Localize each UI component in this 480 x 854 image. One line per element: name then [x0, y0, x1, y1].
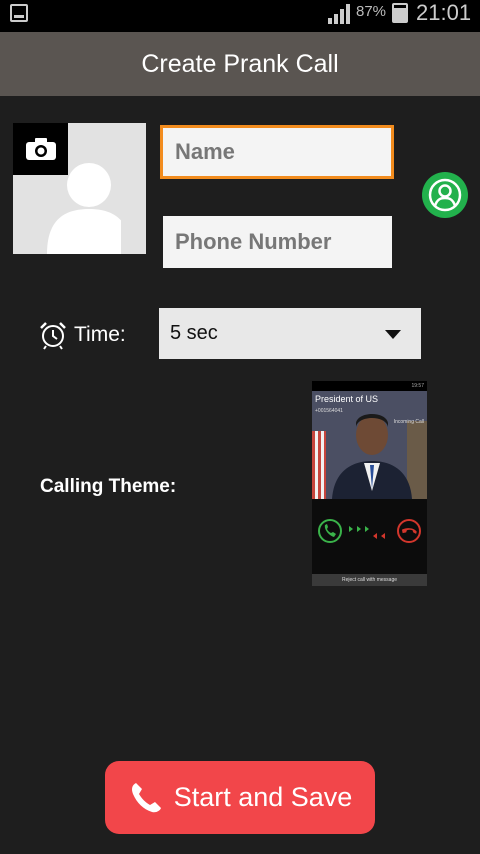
preview-reject-bar: Reject call with message [312, 574, 427, 586]
contact-picker-button[interactable] [422, 172, 468, 218]
battery-percent: 87% [356, 3, 387, 20]
camera-icon [25, 138, 56, 160]
start-and-save-button[interactable]: Start and Save [105, 761, 375, 834]
phone-input[interactable]: Phone Number [163, 216, 392, 268]
calling-theme-label: Calling Theme: [40, 476, 177, 497]
phone-placeholder: Phone Number [175, 229, 332, 254]
answer-call-icon [318, 519, 342, 543]
time-select[interactable]: 5 sec [159, 308, 421, 359]
clock: 21:01 [416, 0, 472, 25]
time-select-value: 5 sec [170, 322, 218, 344]
decline-call-icon [397, 519, 421, 543]
phone-icon [131, 782, 161, 812]
preview-caller-photo: President of US +001564041 Incoming Call [312, 391, 427, 499]
name-placeholder: Name [175, 139, 235, 164]
preview-status-bar: 19:57 [312, 381, 427, 391]
notification-icon [10, 4, 28, 22]
preview-incoming-text: Incoming Call [393, 419, 424, 425]
preview-call-controls [312, 499, 427, 575]
contact-picker-icon [428, 178, 462, 212]
name-input[interactable]: Name [160, 125, 394, 179]
time-row: Time: [38, 318, 126, 352]
app-bar: Create Prank Call [0, 32, 480, 96]
preview-caller-number: +001564041 [315, 408, 343, 414]
battery-icon [392, 3, 408, 23]
calling-theme-preview[interactable]: 19:57 President of US +001564041 Incomin… [312, 381, 427, 586]
camera-button[interactable] [13, 123, 68, 175]
status-bar: 87% 21:01 [0, 0, 480, 32]
swipe-arrows-icon [349, 526, 385, 539]
chevron-down-icon [385, 330, 401, 339]
page-title: Create Prank Call [141, 49, 339, 78]
time-label: Time: [74, 323, 126, 346]
preview-caller-name: President of US [315, 394, 379, 404]
alarm-clock-icon [40, 322, 66, 350]
signal-icon [328, 4, 350, 24]
start-and-save-label: Start and Save [173, 782, 353, 812]
